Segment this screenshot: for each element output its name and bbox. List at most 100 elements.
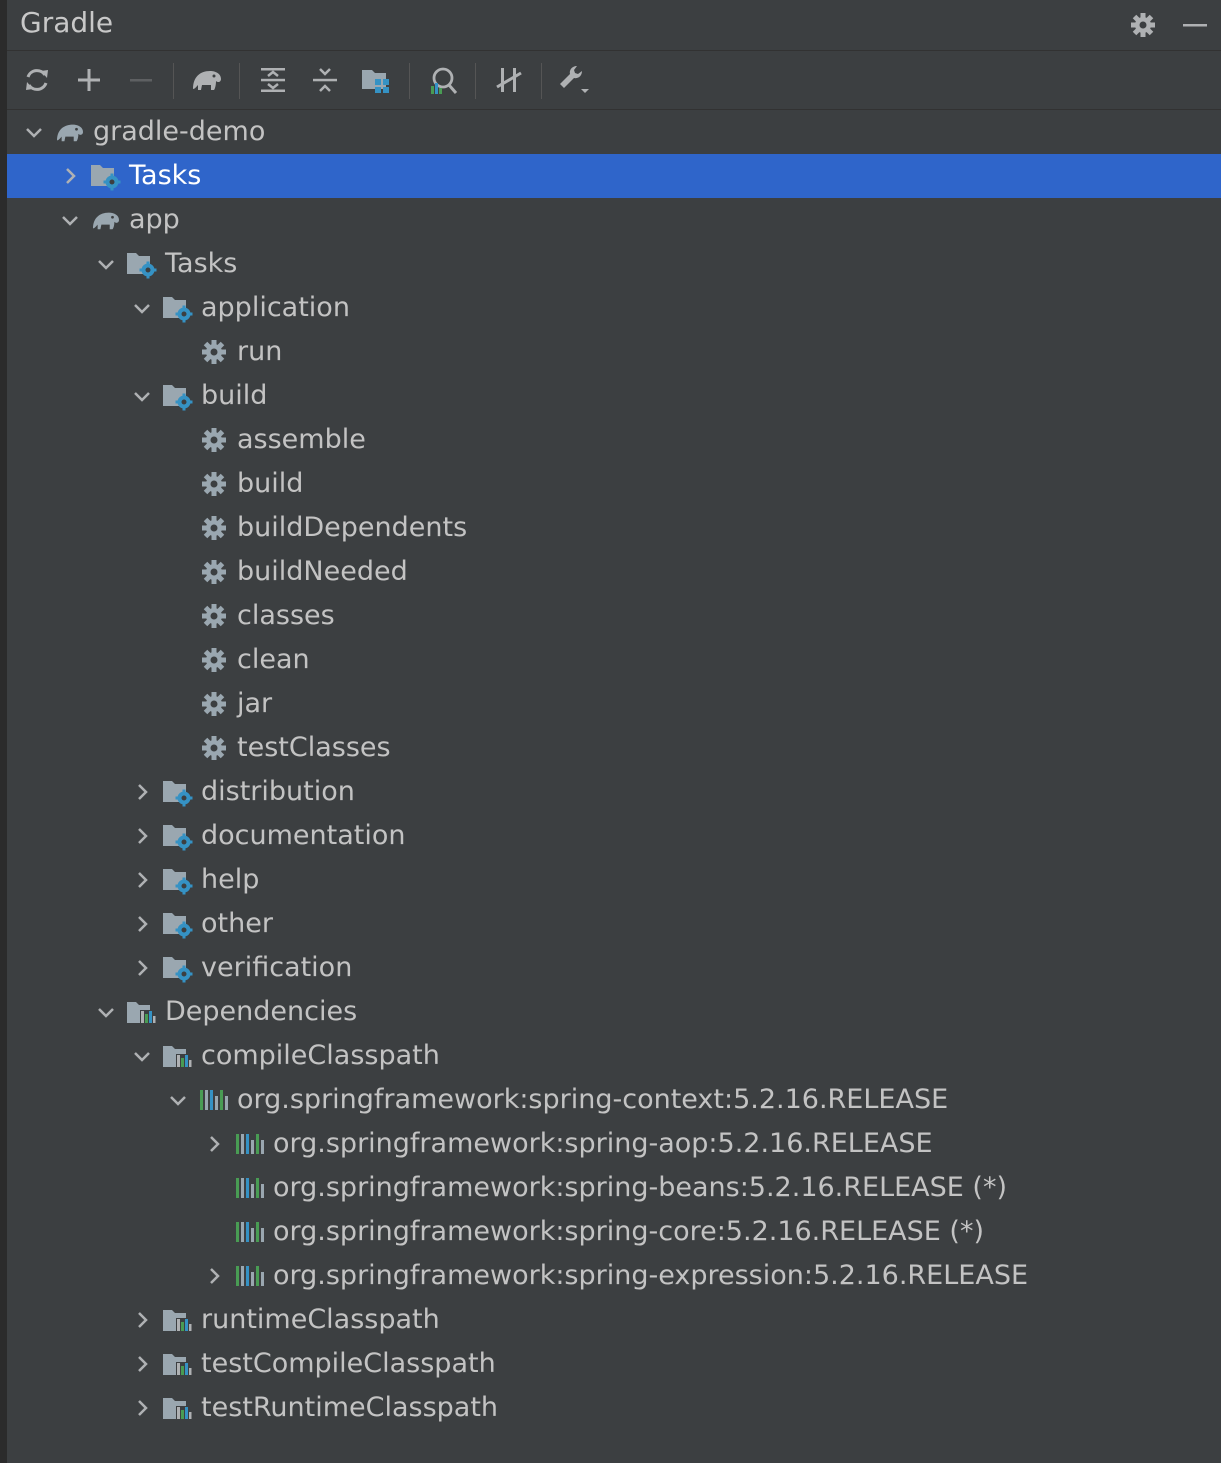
tree-node-label: app	[129, 204, 180, 235]
tree-node[interactable]: gradle-demo	[7, 110, 1221, 154]
chevron-down-icon[interactable]	[129, 286, 155, 330]
chevron-right-icon[interactable]	[57, 154, 83, 198]
tree-node[interactable]: verification	[7, 946, 1221, 990]
chevron-down-icon[interactable]	[165, 1078, 191, 1122]
tool-window-title: Gradle	[20, 6, 114, 39]
task-gear-icon	[197, 336, 231, 368]
tree-node[interactable]: testClasses	[7, 726, 1221, 770]
task-folder-icon	[161, 908, 195, 940]
tree-node[interactable]: org.springframework:spring-aop:5.2.16.RE…	[7, 1122, 1221, 1166]
tree-node-label: org.springframework:spring-aop:5.2.16.RE…	[273, 1128, 933, 1159]
tree-node[interactable]: help	[7, 858, 1221, 902]
tree-node[interactable]: application	[7, 286, 1221, 330]
expand-all-icon	[261, 68, 285, 92]
link-project-button[interactable]	[67, 57, 111, 103]
tree-node[interactable]: clean	[7, 638, 1221, 682]
tree-node-label: classes	[237, 600, 335, 631]
task-gear-icon	[197, 512, 231, 544]
tree-node[interactable]: org.springframework:spring-beans:5.2.16.…	[7, 1166, 1221, 1210]
tree-node[interactable]: org.springframework:spring-core:5.2.16.R…	[7, 1210, 1221, 1254]
tree-node[interactable]: distribution	[7, 770, 1221, 814]
chevron-right-icon[interactable]	[129, 814, 155, 858]
task-folder-icon	[125, 248, 159, 280]
chevron-right-icon[interactable]	[129, 946, 155, 990]
tree-node[interactable]: other	[7, 902, 1221, 946]
tree-node-label: clean	[237, 644, 310, 675]
tree-node-label: testRuntimeClasspath	[201, 1392, 499, 1423]
chevron-down-icon[interactable]	[129, 374, 155, 418]
collapse-all-button[interactable]	[303, 57, 347, 103]
task-folder-icon	[161, 952, 195, 984]
unlink-project-button[interactable]	[119, 57, 163, 103]
tree-node-label: documentation	[201, 820, 406, 851]
chevron-down-icon[interactable]	[93, 990, 119, 1034]
chevron-down-icon[interactable]	[129, 1034, 155, 1078]
chevron-down-icon[interactable]	[21, 110, 47, 154]
tree-node-label: Dependencies	[165, 996, 358, 1027]
tree-node-label: compileClasspath	[201, 1040, 440, 1071]
tree-node[interactable]: build	[7, 462, 1221, 506]
dependencies-folder-icon	[161, 1348, 195, 1380]
tree-node[interactable]: Tasks	[7, 154, 1221, 198]
task-folder-icon	[161, 380, 195, 412]
library-icon	[233, 1128, 267, 1160]
library-icon	[233, 1172, 267, 1204]
hide-button[interactable]	[1169, 0, 1221, 50]
tree-node-label: other	[201, 908, 273, 939]
tree-node[interactable]: compileClasspath	[7, 1034, 1221, 1078]
tree-node[interactable]: buildDependents	[7, 506, 1221, 550]
toolbar-separator	[475, 63, 476, 99]
toggle-offline-icon	[496, 68, 522, 92]
chevron-right-icon[interactable]	[201, 1254, 227, 1298]
chevron-right-icon[interactable]	[129, 1342, 155, 1386]
gradle-toolbar	[7, 51, 1221, 110]
tree-node-label: gradle-demo	[93, 116, 266, 147]
tree-node-label: org.springframework:spring-core:5.2.16.R…	[273, 1216, 985, 1247]
tree-node[interactable]: documentation	[7, 814, 1221, 858]
chevron-right-icon[interactable]	[201, 1122, 227, 1166]
chevron-right-icon[interactable]	[129, 858, 155, 902]
tree-node[interactable]: classes	[7, 594, 1221, 638]
chevron-right-icon[interactable]	[129, 770, 155, 814]
tree-node[interactable]: testCompileClasspath	[7, 1342, 1221, 1386]
group-modules-button[interactable]	[355, 57, 399, 103]
dependencies-folder-icon	[161, 1040, 195, 1072]
expand-all-button[interactable]	[251, 57, 295, 103]
header-actions	[1117, 0, 1221, 50]
group-modules-icon	[362, 70, 389, 93]
task-gear-icon	[197, 732, 231, 764]
reload-button[interactable]	[15, 57, 59, 103]
analyze-dependencies-button[interactable]	[421, 57, 465, 103]
tree-node-label: verification	[201, 952, 353, 983]
tree-node[interactable]: org.springframework:spring-context:5.2.1…	[7, 1078, 1221, 1122]
tree-node[interactable]: buildNeeded	[7, 550, 1221, 594]
tree-node[interactable]: jar	[7, 682, 1221, 726]
chevron-down-icon[interactable]	[93, 242, 119, 286]
tree-node-label: runtimeClasspath	[201, 1304, 440, 1335]
task-gear-icon	[197, 600, 231, 632]
execute-gradle-task-button[interactable]	[185, 57, 229, 103]
build-tool-settings-button[interactable]	[553, 57, 597, 103]
chevron-right-icon[interactable]	[129, 1386, 155, 1430]
tree-node[interactable]: testRuntimeClasspath	[7, 1386, 1221, 1430]
tree-node[interactable]: run	[7, 330, 1221, 374]
tree-node-label: distribution	[201, 776, 355, 807]
gradle-project-tree: gradle-demo Tasks app Tasks application run bu…	[7, 110, 1221, 1430]
tree-node[interactable]: Tasks	[7, 242, 1221, 286]
tree-node[interactable]: app	[7, 198, 1221, 242]
chevron-down-icon[interactable]	[57, 198, 83, 242]
tree-node[interactable]: org.springframework:spring-expression:5.…	[7, 1254, 1221, 1298]
toggle-offline-mode-button[interactable]	[487, 57, 531, 103]
chevron-right-icon[interactable]	[129, 902, 155, 946]
tree-node[interactable]: Dependencies	[7, 990, 1221, 1034]
settings-button[interactable]	[1117, 0, 1169, 50]
tree-node[interactable]: build	[7, 374, 1221, 418]
task-folder-icon	[161, 776, 195, 808]
tree-node-label: jar	[237, 688, 273, 719]
tree-node-label: build	[201, 380, 268, 411]
tree-node-label: help	[201, 864, 260, 895]
chevron-right-icon[interactable]	[129, 1298, 155, 1342]
tree-node[interactable]: assemble	[7, 418, 1221, 462]
dependencies-folder-icon	[161, 1304, 195, 1336]
tree-node[interactable]: runtimeClasspath	[7, 1298, 1221, 1342]
